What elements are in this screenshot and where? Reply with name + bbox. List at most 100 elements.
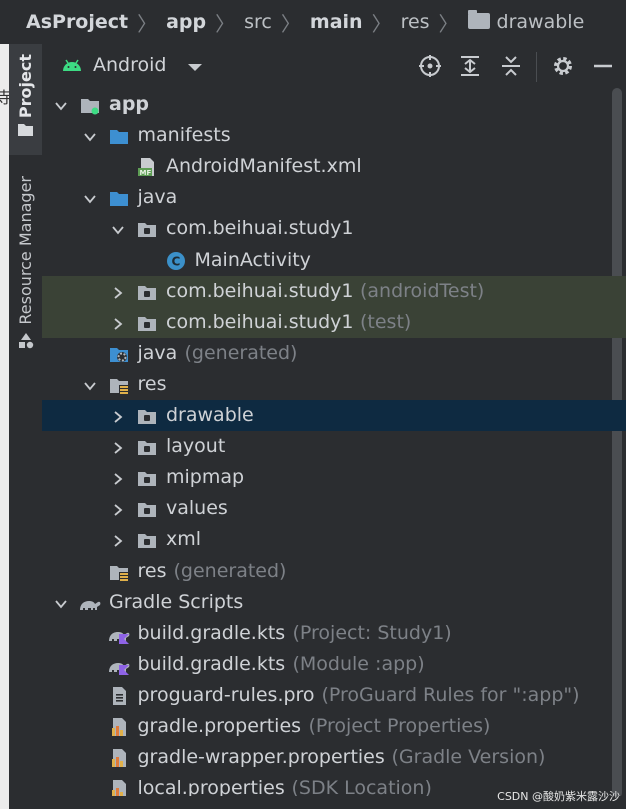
folder-icon [18,124,33,136]
breadcrumb-separator: 〉 [280,11,301,36]
project-panel-header: Android [42,44,626,90]
tree-item-label: java [137,186,178,209]
tree-item-label: manifests [137,124,231,147]
tree-item-label: build.gradle.kts [137,621,286,644]
tree-item-annotation: (Module :app) [292,652,425,675]
tree-row-build-module[interactable]: build.gradle.kts (Module :app) [42,649,626,680]
tree-item-annotation: (generated) [173,559,287,582]
tree-row-layout[interactable]: layout [42,431,626,462]
breadcrumb-item-label: drawable [496,11,585,33]
chevron-right-icon[interactable] [111,316,125,330]
tree-item-annotation: (test) [360,310,412,333]
folder-icon [467,10,490,29]
breadcrumb-item-asproject[interactable]: AsProject [26,11,128,33]
view-mode-dropdown[interactable]: Android [93,54,166,76]
breadcrumb-item-res[interactable]: res [401,11,430,33]
tree-item-annotation: (Gradle Version) [391,746,546,769]
chevron-right-icon[interactable] [111,533,125,548]
svg-text:C: C [171,254,180,268]
tree-row-proguard[interactable]: proguard-rules.pro (ProGuard Rules for ":… [42,680,626,711]
tree-row-build-project[interactable]: build.gradle.kts (Project: Study1) [42,618,626,649]
chevron-down-icon[interactable] [54,98,68,112]
tree-item-label: res [137,559,167,582]
tree-row-app[interactable]: app [42,89,626,120]
package-icon [137,530,157,550]
tree-row-gradle-scripts[interactable]: Gradle Scripts [42,587,626,618]
breadcrumb-item-main[interactable]: main [310,11,363,33]
chevron-down-icon[interactable] [83,191,97,205]
tree-row-xml[interactable]: xml [42,524,626,555]
project-tab-label: Project [16,54,35,119]
chevron-right-icon[interactable] [111,440,125,454]
tree-item-annotation: (generated) [184,341,298,364]
class-icon: C [166,251,186,271]
tree-item-label: res [137,372,167,395]
tree-item-label: com.beihuai.study1 [166,310,354,333]
tree-item-label: mipmap [166,466,245,489]
breadcrumb-item-src[interactable]: src [244,11,272,33]
resource-manager-tool-tab[interactable]: Resource Manager [9,172,42,362]
breadcrumb-item-app[interactable]: app [166,11,206,33]
generated-folder-icon [109,344,129,364]
breadcrumb-separator: 〉 [371,11,392,36]
resource-manager-icon [19,333,34,349]
tree-row-java-generated[interactable]: java (generated) [42,338,626,369]
breadcrumb-separator: 〉 [137,11,158,36]
collapse-all-icon[interactable] [499,54,523,78]
android-icon [63,59,81,71]
chevron-down-icon[interactable] [188,64,202,71]
tree-item-label: java [137,341,178,364]
toolbar-divider [536,52,537,82]
package-icon [137,406,157,426]
package-icon [137,282,157,302]
project-panel: Android app manifests MF AndroidManifest.xm… [42,44,626,809]
tree-row-pkg-androidtest[interactable]: com.beihuai.study1 (androidTest) [42,275,626,307]
tree-row-mainactivity[interactable]: C MainActivity [42,245,626,276]
package-icon [137,468,157,488]
project-tool-tab[interactable]: Project [9,44,42,155]
chevron-right-icon[interactable] [111,409,125,423]
tree-row-manifests[interactable]: manifests [42,120,626,151]
expand-all-icon[interactable] [458,54,482,78]
tree-item-label: AndroidManifest.xml [166,155,362,178]
tree-row-gradle-props[interactable]: gradle.properties (Project Properties) [42,711,626,742]
tree-item-label: build.gradle.kts [137,652,286,675]
chevron-down-icon[interactable] [54,596,68,610]
tree-item-annotation: (ProGuard Rules for ":app") [321,683,580,706]
chevron-down-icon[interactable] [83,129,97,143]
tree-row-wrapper-props[interactable]: gradle-wrapper.properties (Gradle Version… [42,742,626,773]
chevron-down-icon[interactable] [111,222,125,236]
module-folder-icon [80,95,100,115]
chevron-right-icon[interactable] [111,471,125,485]
tree-item-label: drawable [166,404,254,426]
tree-item-label: xml [166,528,202,551]
tree-row-mipmap[interactable]: mipmap [42,462,626,493]
gear-icon[interactable] [551,54,575,78]
folder-icon [109,188,129,208]
background-window-edge: 寺 [0,44,12,809]
tree-item-label: app [109,93,150,115]
tree-row-values[interactable]: values [42,493,626,524]
watermark-text: CSDN @酸奶紫米露沙沙 [497,790,620,803]
chevron-down-icon[interactable] [83,378,97,392]
chevron-right-icon[interactable] [111,285,125,299]
tree-row-pkg-main[interactable]: com.beihuai.study1 [42,213,626,244]
breadcrumb: AsProject 〉 app 〉 src 〉 main 〉 res 〉 dra… [0,0,626,44]
breadcrumb-item-drawable[interactable]: drawable [467,10,585,33]
tree-row-res-generated[interactable]: res (generated) [42,556,626,587]
tree-row-drawable[interactable]: drawable [42,400,626,431]
chevron-right-icon[interactable] [111,502,125,516]
tree-row-res[interactable]: res [42,369,626,400]
locate-icon[interactable] [418,54,442,78]
minimize-icon[interactable] [591,54,615,78]
tree-row-androidmanifest[interactable]: MF AndroidManifest.xml [42,151,626,182]
tree-row-pkg-test[interactable]: com.beihuai.study1 (test) [42,306,626,338]
gradle-kts-icon [107,655,129,675]
tree-row-java[interactable]: java [42,182,626,213]
package-icon [137,313,157,333]
svg-text:MF: MF [140,169,152,177]
tree-item-label: proguard-rules.pro [137,683,315,706]
tool-window-bar: Project Resource Manager [9,44,42,809]
tree-item-label: MainActivity [194,248,311,271]
gradle-icon [78,593,101,613]
